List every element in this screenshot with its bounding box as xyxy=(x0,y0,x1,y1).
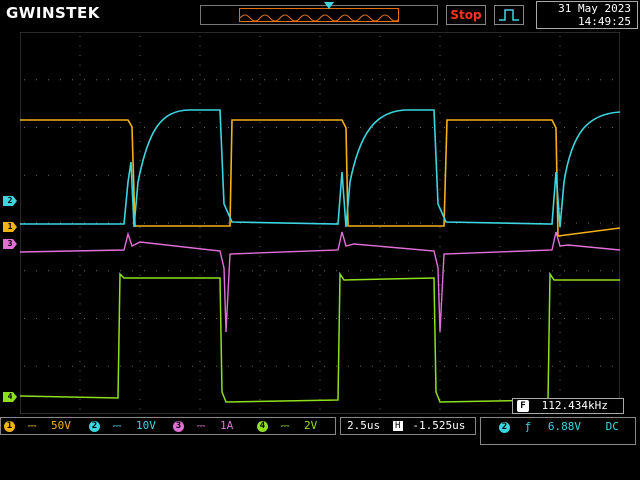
trigger-position-icon xyxy=(324,2,334,9)
ch4-number: 4 xyxy=(257,420,268,432)
dc-coupling-icon: ⎓ xyxy=(112,419,122,432)
frequency-readout: F 112.434kHz xyxy=(512,398,624,414)
ch2-scale-value: 10V xyxy=(136,419,156,432)
ch2-scale[interactable]: 2 ⎓ 10V xyxy=(89,418,156,434)
brand-logo: GWINSTEK xyxy=(6,4,100,22)
time-text: 14:49:25 xyxy=(578,15,631,28)
trigger-box[interactable]: 2 ƒ 6.88V DC xyxy=(480,417,636,445)
frequency-badge: F xyxy=(517,400,529,412)
ch3-number: 3 xyxy=(173,420,184,432)
ch3-marker[interactable]: 3 xyxy=(3,239,17,249)
ch3-scale[interactable]: 3 ⎓ 1A xyxy=(173,418,233,434)
ch4-scale[interactable]: 4 ⎓ 2V xyxy=(257,418,317,434)
ch1-number: 1 xyxy=(4,420,15,432)
ch1-scale[interactable]: 1 ⎓ 50V xyxy=(4,418,71,434)
dc-coupling-icon: ⎓ xyxy=(280,419,290,432)
rising-edge-icon: ƒ xyxy=(524,420,532,433)
timebase-scale: 2.5us xyxy=(347,419,381,432)
channel-scale-bar: 1 ⎓ 50V 2 ⎓ 10V 3 ⎓ 1A 4 ⎓ 2V xyxy=(0,417,336,435)
ch4-scale-value: 2V xyxy=(304,419,318,432)
trigger-coupling: DC xyxy=(605,420,619,433)
ch1-scale-value: 50V xyxy=(51,419,71,432)
trigger-mode-button[interactable] xyxy=(494,5,524,25)
dc-coupling-icon: ⎓ xyxy=(27,419,37,432)
ch2-marker[interactable]: 2 xyxy=(3,196,17,206)
waveform-display[interactable] xyxy=(20,32,620,414)
stop-button[interactable]: Stop xyxy=(446,5,486,25)
pulse-icon xyxy=(499,9,519,21)
timebase-delay: -1.525us xyxy=(412,419,466,432)
dc-coupling-icon: ⎓ xyxy=(196,419,206,432)
timebase-box[interactable]: 2.5us H -1.525us xyxy=(340,417,476,435)
ch3-scale-value: 1A xyxy=(220,419,234,432)
horizontal-badge: H xyxy=(392,421,403,431)
ch4-marker[interactable]: 4 xyxy=(3,392,17,402)
frequency-value: 112.434kHz xyxy=(541,399,608,412)
top-bar: GWINSTEK Stop 31 May 2023 14:49:25 xyxy=(0,0,640,30)
date-text: 31 May 2023 xyxy=(558,2,631,15)
memory-bar[interactable] xyxy=(200,2,438,25)
trigger-source: 2 xyxy=(499,421,510,433)
memory-window xyxy=(239,8,401,22)
memory-waveform-icon xyxy=(239,14,401,22)
date-time-box: 31 May 2023 14:49:25 xyxy=(536,1,638,29)
trigger-level: 6.88V xyxy=(547,420,581,433)
ch1-marker[interactable]: 1 xyxy=(3,222,17,232)
ch2-number: 2 xyxy=(89,420,100,432)
